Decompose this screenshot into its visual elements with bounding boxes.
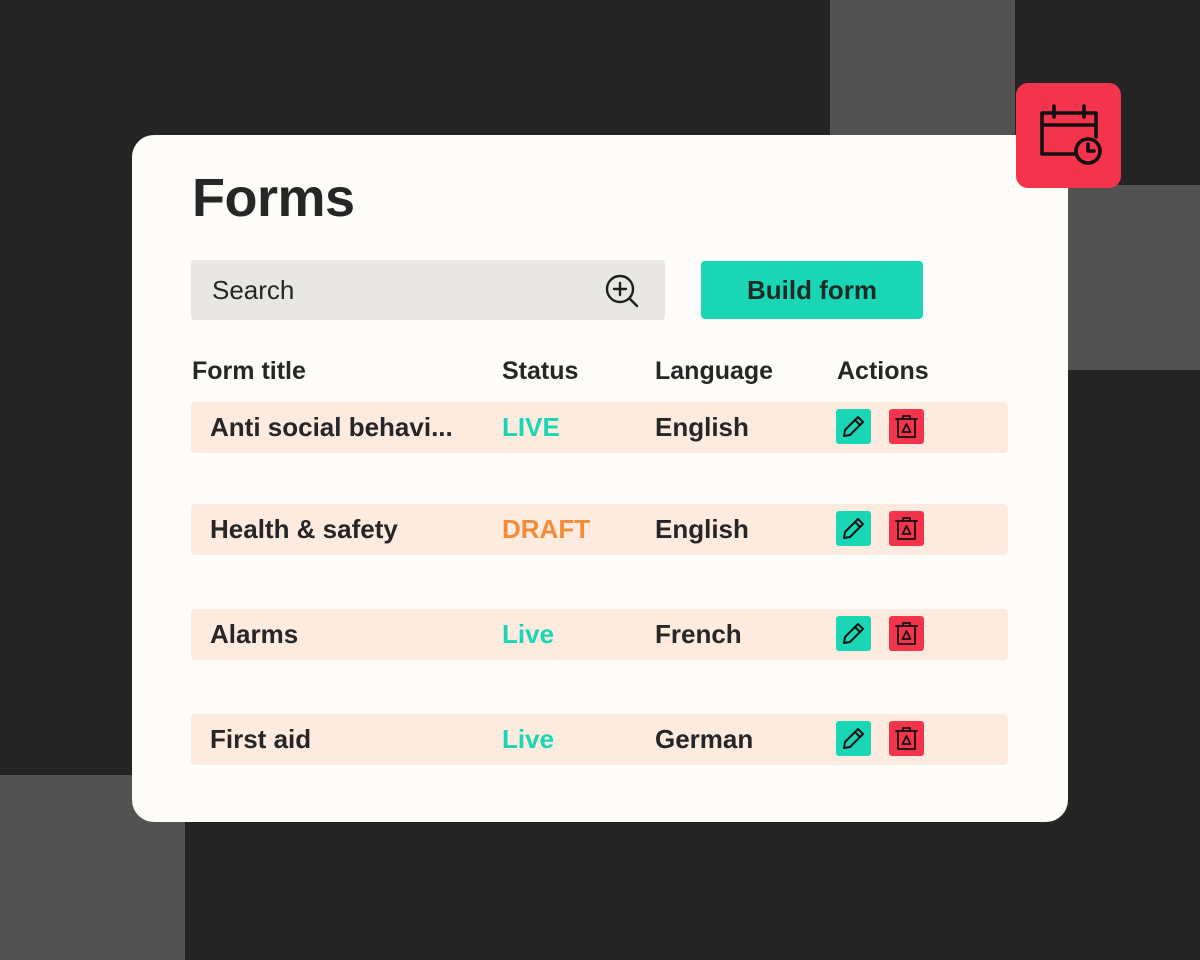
column-header-status: Status — [502, 357, 579, 385]
delete-button[interactable] — [889, 409, 924, 444]
edit-button[interactable] — [836, 511, 871, 546]
form-title-cell: Alarms — [210, 619, 299, 649]
form-title-cell: Health & safety — [210, 514, 398, 544]
trash-icon — [895, 415, 918, 438]
trash-icon — [895, 727, 918, 750]
language-cell: German — [655, 724, 754, 754]
column-header-language: Language — [655, 357, 774, 385]
pencil-icon — [843, 518, 864, 539]
table-row[interactable]: Alarms Live French — [191, 609, 1008, 660]
status-badge: Live — [502, 619, 555, 649]
table-row[interactable]: Anti social behavi... LIVE English — [191, 402, 1008, 453]
forms-panel: Forms Search Build form Form title Statu… — [132, 135, 1068, 822]
status-badge: Live — [502, 724, 555, 754]
calendar-clock-icon — [1040, 104, 1102, 165]
search-placeholder: Search — [212, 275, 295, 305]
status-badge: DRAFT — [502, 514, 591, 544]
calendar-badge — [1016, 83, 1121, 188]
table-row[interactable]: First aid Live German — [191, 714, 1008, 765]
column-header-form-title: Form title — [192, 357, 306, 385]
trash-icon — [895, 622, 918, 645]
pencil-icon — [843, 416, 864, 437]
decorative-block-right — [1068, 185, 1200, 370]
page-title: Forms — [192, 168, 355, 228]
edit-button[interactable] — [836, 721, 871, 756]
form-title-cell: First aid — [210, 724, 312, 754]
column-header-actions: Actions — [837, 357, 929, 385]
edit-button[interactable] — [836, 409, 871, 444]
build-form-button[interactable]: Build form — [701, 261, 923, 319]
form-title-cell: Anti social behavi... — [210, 412, 453, 442]
table-row[interactable]: Health & safety DRAFT English — [191, 504, 1008, 555]
language-cell: English — [655, 514, 749, 544]
language-cell: French — [655, 619, 742, 649]
status-badge: LIVE — [502, 412, 560, 442]
edit-button[interactable] — [836, 616, 871, 651]
delete-button[interactable] — [889, 616, 924, 651]
pencil-icon — [843, 728, 864, 749]
zoom-in-icon[interactable] — [604, 273, 640, 309]
trash-icon — [895, 517, 918, 540]
pencil-icon — [843, 623, 864, 644]
decorative-block-top — [830, 0, 1015, 140]
delete-button[interactable] — [889, 721, 924, 756]
delete-button[interactable] — [889, 511, 924, 546]
search-input[interactable]: Search — [191, 260, 665, 320]
language-cell: English — [655, 412, 749, 442]
